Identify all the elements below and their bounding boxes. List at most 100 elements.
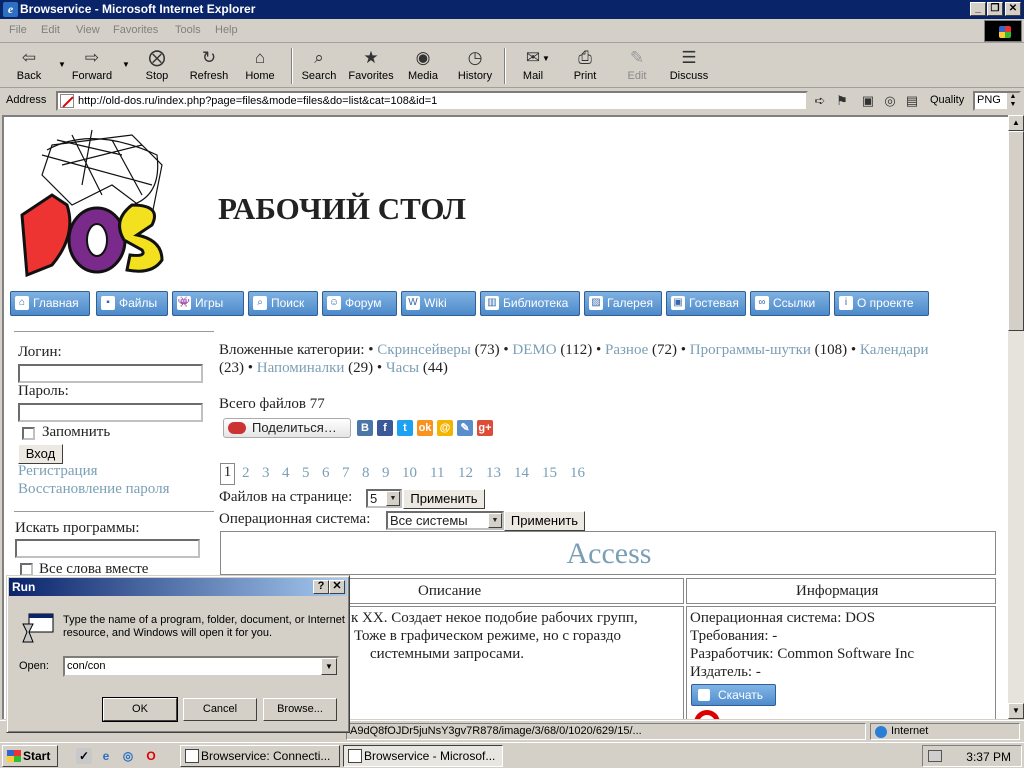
cancel-button[interactable]: Cancel (183, 698, 257, 721)
page-link[interactable]: 3 (262, 465, 270, 482)
twitter-icon[interactable]: t (397, 420, 413, 436)
facebook-icon[interactable]: f (377, 420, 393, 436)
page-link[interactable]: 8 (362, 465, 370, 482)
refresh-button[interactable]: ↻ Refresh (182, 46, 236, 86)
nav-guestbook[interactable]: ▣ Гостевая (666, 291, 746, 316)
task-browservice-connection[interactable]: Browservice: Connecti... (180, 745, 340, 767)
menu-file[interactable]: File (9, 24, 27, 36)
outlook-icon[interactable]: ◎ (120, 748, 136, 764)
share-button[interactable]: Поделиться… (223, 418, 351, 438)
category-clocks[interactable]: Часы (386, 360, 419, 376)
livejournal-icon[interactable]: ✎ (457, 420, 473, 436)
nav-search[interactable]: ⌕ Поиск (248, 291, 318, 316)
page-link[interactable]: 15 (542, 465, 557, 482)
address-input[interactable]: http://old-dos.ru/index.php?page=files&m… (56, 91, 808, 111)
nav-links[interactable]: ∞ Ссылки (750, 291, 830, 316)
nav-wiki[interactable]: W Wiki (401, 291, 476, 316)
page-link[interactable]: 4 (282, 465, 290, 482)
ok-button[interactable]: OK (102, 697, 178, 722)
page-link[interactable]: 10 (402, 465, 417, 482)
menu-help[interactable]: Help (215, 24, 238, 36)
category-demo[interactable]: DEMO (512, 342, 556, 358)
clipboard-icon[interactable]: ▤ (904, 93, 920, 109)
category-screensavers[interactable]: Скринсейверы (377, 342, 471, 358)
page-link[interactable]: 6 (322, 465, 330, 482)
menu-edit[interactable]: Edit (41, 24, 60, 36)
per-page-apply-button[interactable]: Применить (403, 489, 485, 509)
open-input[interactable]: con/con ▼ (63, 656, 339, 677)
close-button[interactable]: ✕ (1005, 2, 1021, 16)
page-link[interactable]: 11 (430, 465, 444, 482)
vertical-scrollbar[interactable]: ▲ ▼ (1008, 115, 1024, 719)
back-button[interactable]: ⇦ Back (2, 46, 56, 86)
maximize-button[interactable]: ❐ (987, 2, 1003, 16)
nav-home[interactable]: ⌂ Главная (10, 291, 90, 316)
nav-library[interactable]: ▥ Библиотека (480, 291, 580, 316)
page-link[interactable]: 14 (514, 465, 529, 482)
remember-checkbox[interactable] (22, 427, 35, 440)
clock[interactable]: 3:37 PM (966, 750, 1011, 764)
bookmark-icon[interactable]: ⚑ (834, 93, 850, 109)
category-reminders[interactable]: Напоминалки (257, 360, 345, 376)
mail-button[interactable]: ✉ Mail (506, 46, 560, 86)
category-calendars[interactable]: Календари (860, 342, 929, 358)
task-browservice-ie[interactable]: Browservice - Microsof... (343, 745, 503, 767)
page-link[interactable]: 13 (486, 465, 501, 482)
minimize-button[interactable]: _ (970, 2, 986, 16)
per-page-select[interactable]: 5 ▼ (366, 489, 402, 508)
odnoklassniki-icon[interactable]: ok (417, 420, 433, 436)
discuss-button[interactable]: ☰ Discuss (662, 46, 716, 86)
scroll-up-icon[interactable]: ▲ (1008, 115, 1024, 131)
category-joke-programs[interactable]: Программы-шутки (690, 342, 811, 358)
opera-icon[interactable]: O (143, 748, 159, 764)
search-button[interactable]: ⌕ Search (292, 46, 346, 86)
binoculars-icon[interactable]: ◎ (882, 93, 898, 109)
menu-favorites[interactable]: Favorites (113, 24, 158, 36)
history-button[interactable]: ◷ History (448, 46, 502, 86)
desktop-icon[interactable]: ✓ (76, 748, 92, 764)
nav-files[interactable]: ▪ Файлы (96, 291, 168, 316)
page-link[interactable]: 16 (570, 465, 585, 482)
network-icon[interactable] (928, 750, 942, 762)
chevron-down-icon[interactable]: ▼ (321, 658, 337, 675)
file-title[interactable]: Access (221, 532, 997, 576)
favorites-button[interactable]: ★ Favorites (344, 46, 398, 86)
nav-forum[interactable]: ☺ Форум (322, 291, 397, 316)
browse-button[interactable]: Browse... (263, 698, 337, 721)
print-button[interactable]: ⎙ Print (558, 46, 612, 86)
stop-button[interactable]: ⨂ Stop (130, 46, 184, 86)
forward-dropdown-icon[interactable]: ▼ (122, 60, 130, 69)
password-input[interactable] (18, 403, 203, 422)
login-button[interactable]: Вход (18, 444, 63, 464)
vk-icon[interactable]: B (357, 420, 373, 436)
page-link[interactable]: 9 (382, 465, 390, 482)
find-icon[interactable]: ▣ (860, 93, 876, 109)
mailru-icon[interactable]: @ (437, 420, 453, 436)
page-link[interactable]: 7 (342, 465, 350, 482)
page-link[interactable]: 5 (302, 465, 310, 482)
nav-gallery[interactable]: ▨ Галерея (584, 291, 662, 316)
googleplus-icon[interactable]: g+ (477, 420, 493, 436)
search-programs-input[interactable] (15, 539, 200, 558)
menu-tools[interactable]: Tools (175, 24, 201, 36)
category-misc[interactable]: Разное (605, 342, 648, 358)
forward-button[interactable]: ⇨ Forward (65, 46, 119, 86)
restore-password-link[interactable]: Восстановление пароля (18, 481, 169, 498)
login-input[interactable] (18, 364, 203, 383)
spin-icon[interactable]: ▲ ▼ (1007, 93, 1019, 109)
scroll-down-icon[interactable]: ▼ (1008, 703, 1024, 719)
quality-select[interactable]: PNG ▲ ▼ (973, 91, 1021, 111)
download-button[interactable]: Скачать (691, 684, 776, 706)
register-link[interactable]: Регистрация (18, 463, 98, 480)
menu-view[interactable]: View (76, 24, 100, 36)
home-button[interactable]: ⌂ Home (233, 46, 287, 86)
help-button[interactable]: ? (313, 580, 329, 594)
start-button[interactable]: Start (2, 745, 58, 767)
media-button[interactable]: ◉ Media (396, 46, 450, 86)
go-arrow-icon[interactable]: ➪ (812, 93, 828, 109)
os-select[interactable]: Все системы ▼ (386, 511, 504, 530)
page-link[interactable]: 12 (458, 465, 473, 482)
nav-about[interactable]: i О проекте (834, 291, 929, 316)
scroll-thumb[interactable] (1008, 131, 1024, 331)
mail-dropdown-icon[interactable]: ▼ (542, 54, 550, 63)
